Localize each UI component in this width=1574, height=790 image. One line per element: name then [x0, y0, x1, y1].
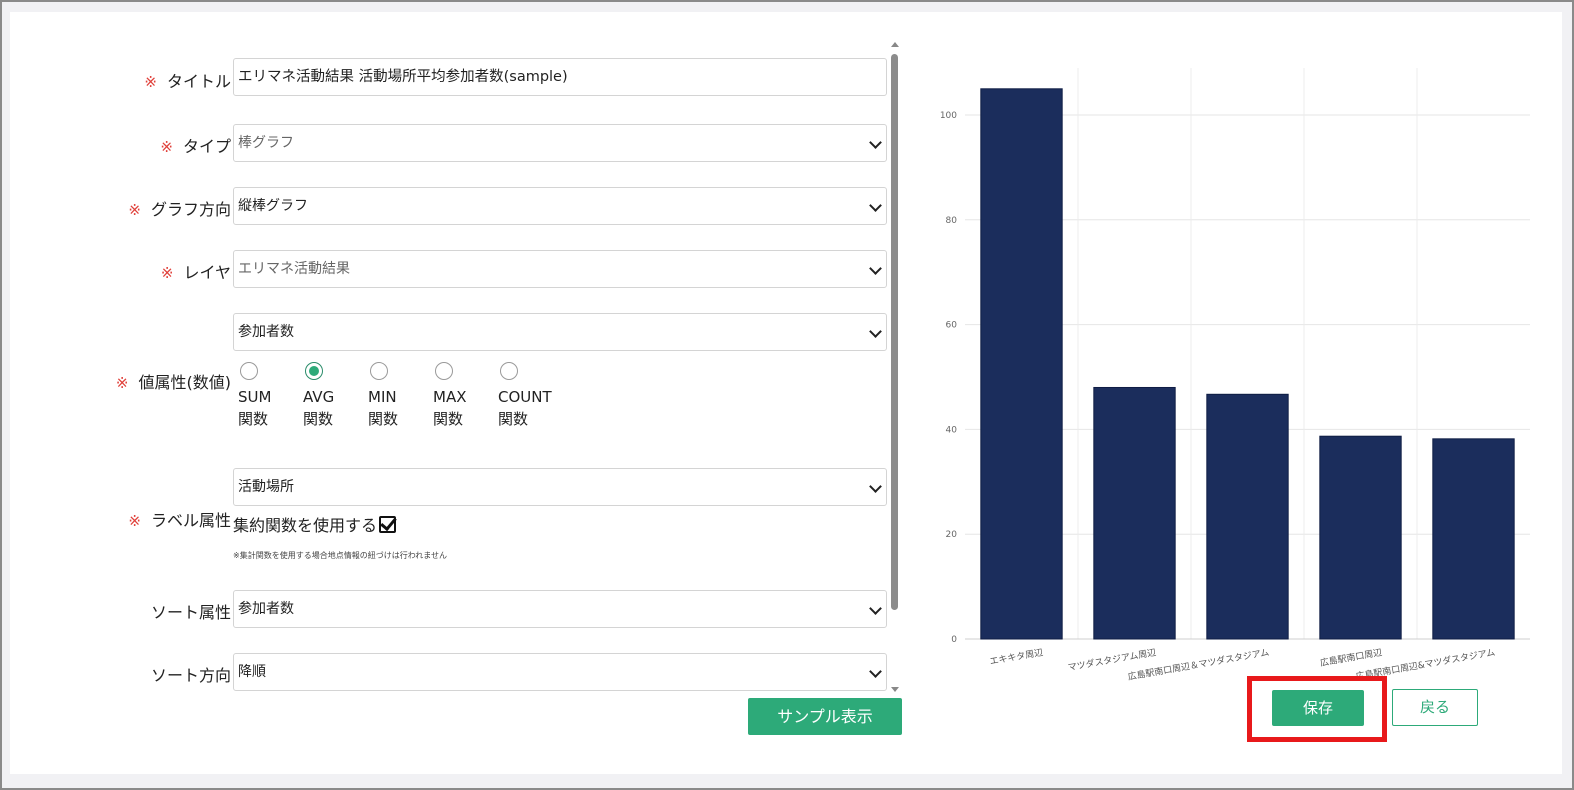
window-frame: ※ タイトル エリマネ活動結果 活動場所平均参加者数(sample) ※ タイプ 棒…	[0, 0, 1574, 790]
chevron-down-icon	[869, 665, 882, 678]
label-attr-select-value: 活動場所	[238, 479, 294, 495]
value-attr-select[interactable]: 参加者数	[233, 313, 887, 351]
sort-dir-select-value: 降順	[238, 664, 266, 680]
sample-bar-chart: 020406080100エキキタ周辺 マツダスタジアム周辺広島駅南口周辺＆マツダス…	[940, 68, 1530, 682]
scroll-up-arrow-icon[interactable]	[891, 42, 899, 47]
radio-count[interactable]: COUNT 関数	[498, 362, 563, 430]
use-aggregate-label: 集約関数を使用する	[233, 516, 378, 535]
back-button[interactable]: 戻る	[1392, 689, 1478, 726]
y-tick-label: 100	[940, 111, 957, 121]
aggregate-function-group: SUM 関数 AVG 関数 MIN 関数 MAX 関数 COUNT 関数	[238, 362, 563, 430]
y-tick-label: 20	[946, 530, 958, 540]
required-mark: ※	[160, 264, 174, 282]
graph-settings-panel: ※ タイトル エリマネ活動結果 活動場所平均参加者数(sample) ※ タイプ 棒…	[10, 12, 1562, 774]
radio-count-circle[interactable]	[500, 362, 518, 380]
radio-min-circle[interactable]	[370, 362, 388, 380]
required-mark: ※	[128, 512, 141, 530]
graph-settings-form: ※ タイトル エリマネ活動結果 活動場所平均参加者数(sample) ※ タイプ 棒…	[10, 12, 915, 712]
chevron-down-icon	[869, 262, 882, 275]
title-label: ※ タイトル	[144, 72, 231, 91]
sort-dir-select[interactable]: 降順	[233, 653, 887, 691]
value-attr-select-value: 参加者数	[238, 324, 294, 340]
scroll-down-arrow-icon[interactable]	[891, 687, 899, 692]
required-mark: ※	[128, 201, 141, 219]
y-tick-label: 40	[946, 425, 958, 435]
layer-label: ※ レイヤ	[160, 263, 231, 282]
bar	[1206, 393, 1289, 640]
direction-select-value: 縦棒グラフ	[238, 198, 308, 214]
sort-attr-select[interactable]: 参加者数	[233, 590, 887, 628]
chevron-down-icon	[869, 480, 882, 493]
save-button[interactable]: 保存	[1272, 690, 1364, 726]
radio-avg-circle[interactable]	[305, 362, 323, 380]
type-select-value: 棒グラフ	[238, 135, 294, 151]
chevron-down-icon	[869, 602, 882, 615]
sort-attr-select-value: 参加者数	[238, 601, 294, 617]
radio-avg[interactable]: AVG 関数	[303, 362, 368, 430]
y-tick-label: 0	[951, 635, 957, 645]
direction-select[interactable]: 縦棒グラフ	[233, 187, 887, 225]
label-attr-select[interactable]: 活動場所	[233, 468, 887, 506]
sort-attr-label: ソート属性	[150, 603, 231, 622]
scrollbar-thumb[interactable]	[891, 54, 898, 610]
x-tick-label: 広島駅南口周辺	[1319, 646, 1383, 669]
type-select[interactable]: 棒グラフ	[233, 124, 887, 162]
sample-display-button[interactable]: サンプル表示	[748, 698, 902, 735]
chevron-down-icon	[869, 325, 882, 338]
required-mark: ※	[115, 374, 129, 392]
type-label: ※ タイプ	[160, 137, 231, 156]
bar	[1093, 386, 1176, 640]
radio-max[interactable]: MAX 関数	[433, 362, 498, 430]
y-tick-label: 80	[946, 216, 958, 226]
label-attr-label: ※ ラベル属性	[128, 511, 231, 530]
layer-select[interactable]: エリマネ活動結果	[233, 250, 887, 288]
title-input[interactable]: エリマネ活動結果 活動場所平均参加者数(sample)	[233, 58, 887, 96]
use-aggregate-checkbox[interactable]	[379, 515, 397, 533]
value-attr-label: ※ 値属性(数値)	[115, 373, 231, 392]
required-mark: ※	[160, 138, 173, 156]
bar	[980, 88, 1063, 640]
radio-sum[interactable]: SUM 関数	[238, 362, 303, 430]
chevron-down-icon	[869, 136, 882, 149]
direction-label: ※ グラフ方向	[128, 200, 231, 219]
bar	[1319, 435, 1402, 640]
form-scrollbar[interactable]	[890, 42, 900, 692]
radio-min[interactable]: MIN 関数	[368, 362, 433, 430]
y-tick-label: 60	[946, 321, 958, 331]
radio-max-circle[interactable]	[435, 362, 453, 380]
radio-sum-circle[interactable]	[240, 362, 258, 380]
use-aggregate-option[interactable]: 集約関数を使用する	[233, 512, 397, 536]
sort-dir-label: ソート方向	[150, 666, 231, 685]
required-mark: ※	[144, 73, 157, 91]
x-tick-label: エキキタ周辺	[989, 647, 1044, 667]
aggregate-note: ※集計関数を使用する場合地点情報の紐づけは行われません	[233, 551, 448, 560]
chevron-down-icon	[869, 199, 882, 212]
layer-select-value: エリマネ活動結果	[238, 261, 350, 277]
bar	[1432, 438, 1515, 640]
